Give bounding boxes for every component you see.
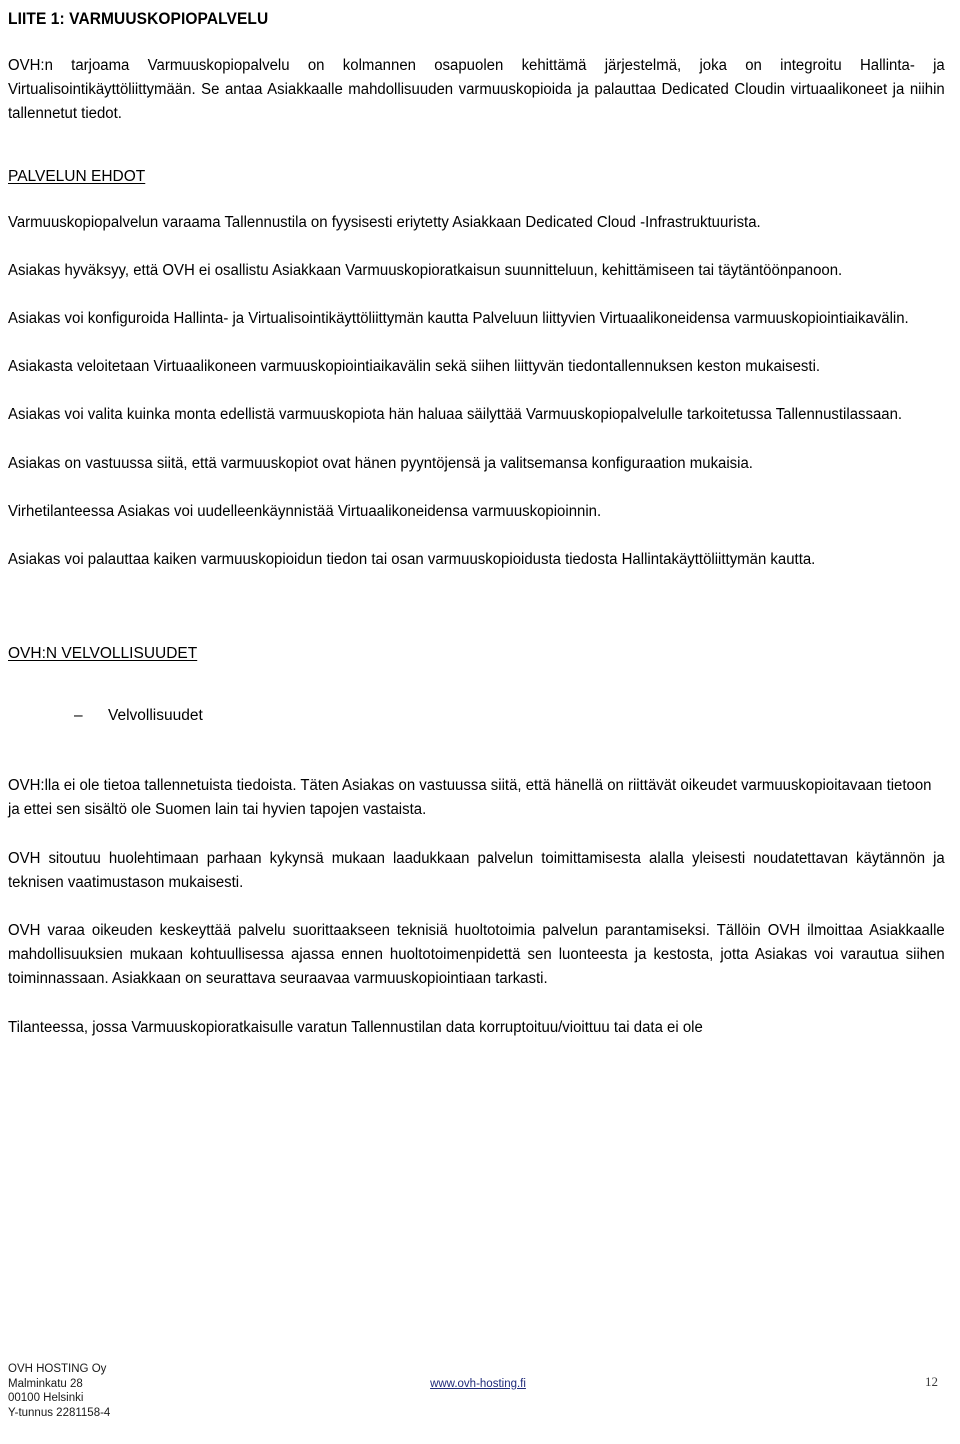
- terms-paragraph-1: Varmuuskopiopalvelun varaama Tallennusti…: [8, 213, 761, 231]
- page-title: LIITE 1: VARMUUSKOPIOPALVELU: [8, 10, 269, 28]
- section-heading-terms: PALVELUN EHDOT: [8, 165, 945, 189]
- document-page: LIITE 1: VARMUUSKOPIOPALVELU OVH:n tarjo…: [0, 0, 960, 1444]
- footer-business-id: Y-tunnus 2281158-4: [8, 1406, 111, 1419]
- footer-website-wrapper: www.ovh-hosting.fi: [8, 1377, 948, 1392]
- footer-company: OVH HOSTING Oy: [8, 1363, 107, 1375]
- section-heading-terms-label: PALVELUN EHDOT: [8, 167, 146, 185]
- obligations-paragraph-1: OVH:lla ei ole tietoa tallennetuista tie…: [8, 777, 932, 819]
- terms-paragraph-6: Asiakas on vastuussa siitä, että varmuus…: [8, 454, 753, 472]
- terms-paragraph-2: Asiakas hyväksyy, että OVH ei osallistu …: [8, 261, 843, 279]
- obligations-paragraph-3: OVH varaa oikeuden keskeyttää palvelu su…: [8, 922, 945, 988]
- footer-website-link[interactable]: www.ovh-hosting.fi: [430, 1378, 526, 1390]
- list-item: – Velvollisuudet: [8, 704, 945, 728]
- page-footer: OVH HOSTING Oy Malminkatu 28 00100 Helsi…: [8, 1362, 948, 1434]
- footer-city: 00100 Helsinki: [8, 1392, 84, 1405]
- document-content: LIITE 1: VARMUUSKOPIOPALVELU OVH:n tarjo…: [8, 0, 945, 1040]
- terms-paragraph-4: Asiakasta veloitetaan Virtuaalikoneen va…: [8, 358, 821, 376]
- page-number: 12: [925, 1374, 938, 1389]
- dash-bullet-icon: –: [74, 707, 83, 725]
- obligations-paragraph-4: Tilanteessa, jossa Varmuuskopioratkaisul…: [8, 1018, 703, 1036]
- terms-paragraph-8: Asiakas voi palauttaa kaiken varmuuskopi…: [8, 551, 816, 569]
- intro-paragraph: OVH:n tarjoama Varmuuskopiopalvelu on ko…: [8, 57, 945, 123]
- list-item-label: Velvollisuudet: [108, 707, 203, 725]
- terms-paragraph-7: Virhetilanteessa Asiakas voi uudelleenkä…: [8, 502, 602, 520]
- footer-address-block: OVH HOSTING Oy Malminkatu 28 00100 Helsi…: [8, 1362, 110, 1420]
- terms-paragraph-3: Asiakas voi konfiguroida Hallinta- ja Vi…: [8, 310, 909, 328]
- terms-paragraph-5: Asiakas voi valita kuinka monta edellist…: [8, 406, 903, 424]
- section-heading-obligations-label: OVH:N VELVOLLISUUDET: [8, 645, 198, 663]
- section-heading-obligations: OVH:N VELVOLLISUUDET: [8, 642, 945, 666]
- obligations-paragraph-2: OVH sitoutuu huolehtimaan parhaan kykyns…: [8, 849, 945, 891]
